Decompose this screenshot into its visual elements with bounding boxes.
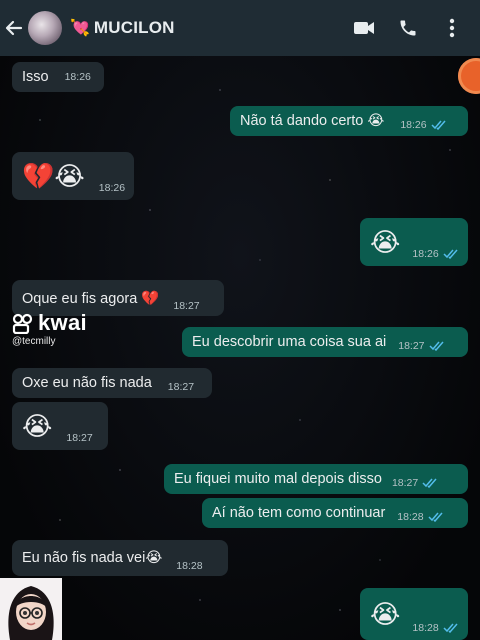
message-meta: 18:26 bbox=[412, 248, 458, 260]
message-meta: 18:28 bbox=[397, 511, 443, 523]
message-text: 😭 bbox=[370, 599, 401, 629]
message-time: 18:27 bbox=[398, 340, 425, 352]
message-time: 18:28 bbox=[176, 560, 203, 572]
message-text: 💔😭 bbox=[22, 161, 85, 191]
message-incoming[interactable]: 💔😭 18:26 bbox=[12, 152, 134, 200]
read-ticks-icon bbox=[429, 341, 445, 351]
message-text: Eu não fis nada vei😭 bbox=[22, 550, 163, 566]
read-ticks-icon bbox=[443, 623, 459, 633]
message-outgoing[interactable]: Eu fiquei muito mal depois disso 18:27 bbox=[164, 464, 468, 494]
contact-info[interactable]: 💘 MUCILON bbox=[70, 18, 175, 38]
message-incoming[interactable]: 😭 18:27 bbox=[12, 402, 108, 450]
message-text: Eu descobrir uma coisa sua ai bbox=[192, 334, 387, 350]
message-text: Eu fiquei muito mal depois disso bbox=[174, 471, 382, 487]
message-text: Oque eu fis agora 💔 bbox=[22, 290, 160, 307]
video-call-icon[interactable] bbox=[342, 0, 386, 56]
message-time: 18:27 bbox=[167, 381, 195, 393]
message-text: 😭 bbox=[370, 227, 401, 257]
message-time: 18:27 bbox=[391, 477, 419, 489]
message-time: 18:26 bbox=[412, 248, 439, 260]
message-incoming[interactable]: Isso 18:26 bbox=[12, 62, 104, 92]
more-options-icon[interactable] bbox=[430, 0, 474, 56]
message-outgoing[interactable]: 😭 18:28 bbox=[360, 588, 468, 640]
voice-call-icon[interactable] bbox=[386, 0, 430, 56]
sticker-image bbox=[0, 578, 62, 640]
message-incoming[interactable]: Oxe eu não fis nada 18:27 bbox=[12, 368, 212, 398]
message-time: 18:26 bbox=[64, 71, 91, 83]
read-ticks-icon bbox=[428, 512, 444, 522]
message-time: 18:28 bbox=[397, 511, 424, 523]
chat-header: 💘 MUCILON bbox=[0, 0, 480, 56]
message-text: Isso bbox=[22, 69, 49, 85]
contact-name: MUCILON bbox=[93, 18, 175, 37]
message-text: Oxe eu não fis nada bbox=[22, 375, 152, 391]
message-text: 😭 bbox=[22, 411, 53, 441]
message-time: 18:26 bbox=[98, 182, 126, 194]
message-meta: 18:26 bbox=[400, 119, 446, 131]
read-ticks-icon bbox=[422, 478, 438, 488]
message-meta: 18:27 bbox=[392, 477, 438, 489]
read-ticks-icon bbox=[443, 249, 459, 259]
message-time: 18:28 bbox=[412, 622, 439, 634]
message-time: 18:27 bbox=[66, 432, 93, 444]
message-outgoing[interactable]: Eu descobrir uma coisa sua ai 18:27 bbox=[182, 327, 468, 357]
message-incoming[interactable]: Eu não fis nada vei😭 18:28 bbox=[12, 540, 228, 576]
message-outgoing[interactable]: Não tá dando certo 😭 18:26 bbox=[230, 106, 468, 136]
kwai-brand-text: kwai bbox=[38, 310, 87, 335]
message-time: 18:26 bbox=[400, 119, 427, 131]
kwai-watermark: kwai bbox=[12, 310, 87, 336]
message-outgoing[interactable]: 😭 18:26 bbox=[360, 218, 468, 266]
message-outgoing[interactable]: Aí não tem como continuar 18:28 bbox=[202, 498, 468, 528]
message-text: Aí não tem como continuar bbox=[212, 505, 386, 521]
message-meta: 18:27 bbox=[398, 340, 444, 352]
kwai-username: @tecmilly bbox=[12, 336, 56, 347]
arrow-left-icon[interactable] bbox=[2, 0, 26, 56]
heart-arrow-emoji: 💘 bbox=[70, 20, 90, 37]
message-meta: 18:28 bbox=[412, 622, 458, 634]
message-text: Não tá dando certo 😭 bbox=[240, 113, 385, 129]
kwai-logo-icon bbox=[12, 313, 33, 334]
read-ticks-icon bbox=[431, 120, 447, 130]
message-time: 18:27 bbox=[173, 300, 200, 312]
contact-avatar[interactable] bbox=[28, 11, 62, 45]
